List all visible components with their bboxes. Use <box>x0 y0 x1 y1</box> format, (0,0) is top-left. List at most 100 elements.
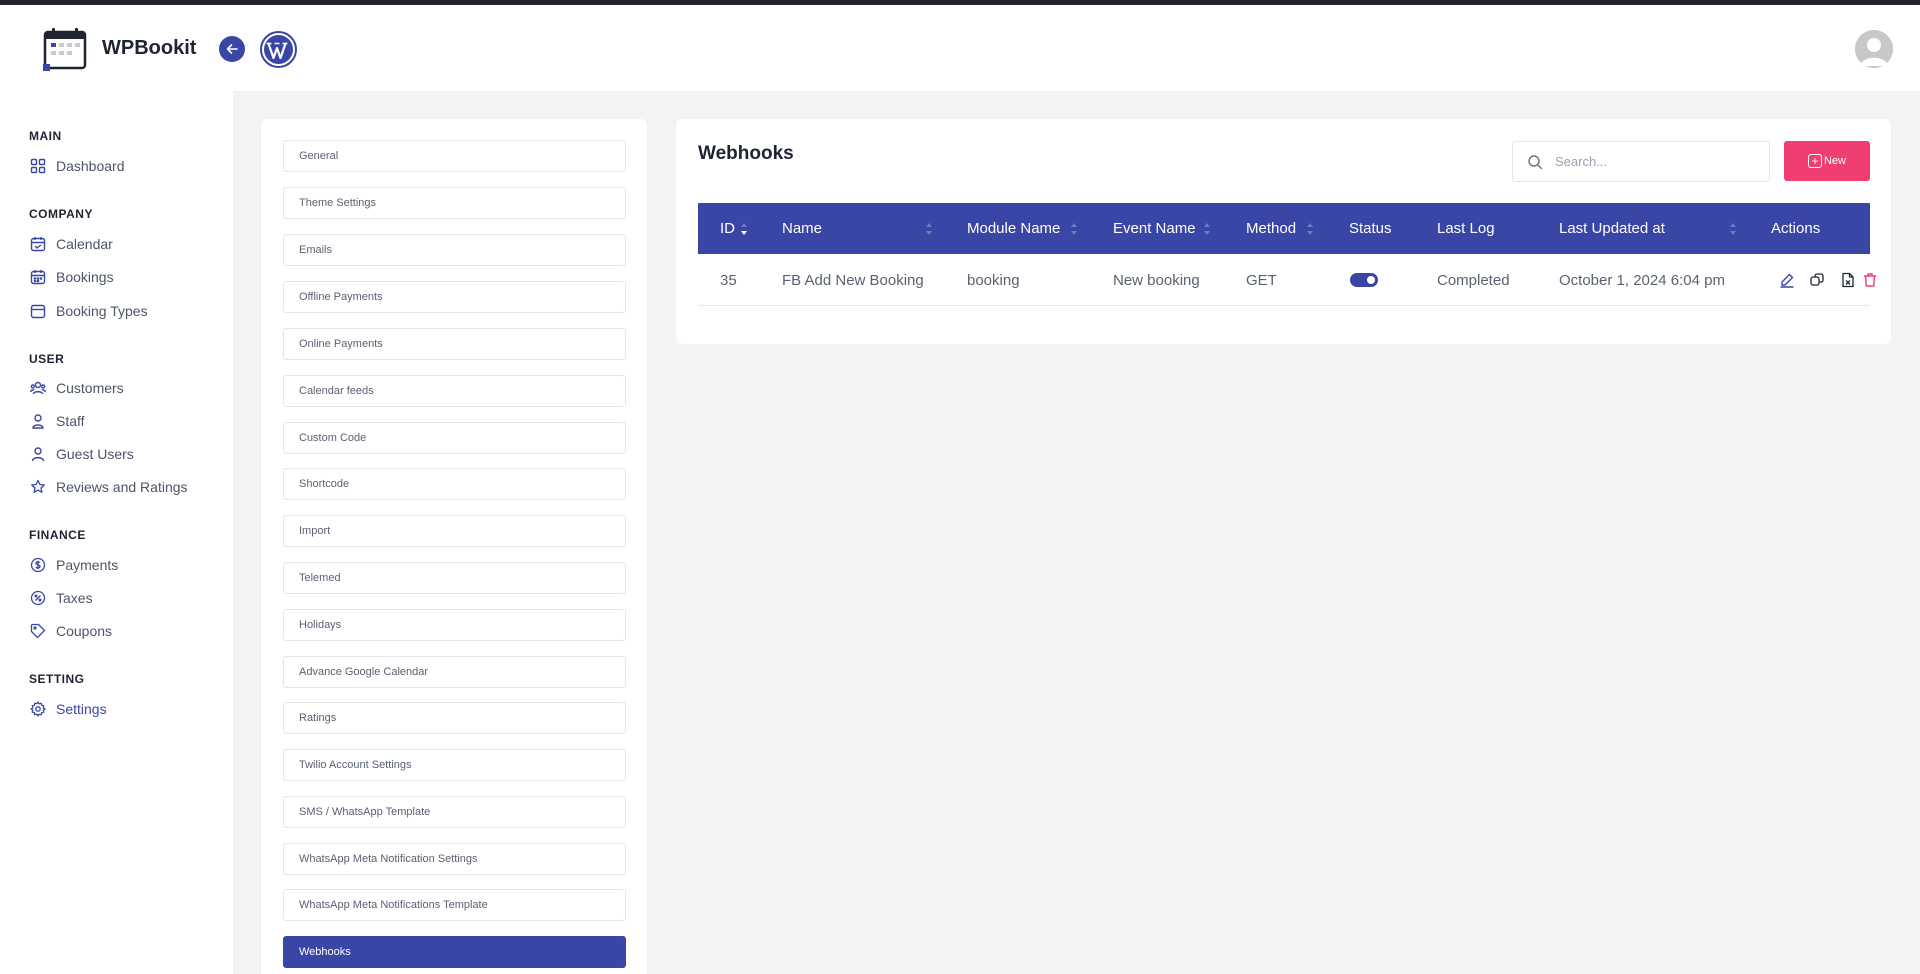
sidebar-item-settings[interactable]: Settings <box>29 697 107 721</box>
sidebar-item-payments[interactable]: Payments <box>29 553 118 577</box>
settings-menu-item-custom-code[interactable]: Custom Code <box>283 422 626 454</box>
table-row: 35 FB Add New Booking booking New bookin… <box>698 254 1876 306</box>
sidebar-item-label: Staff <box>56 413 85 429</box>
sort-icon[interactable] <box>1203 221 1211 237</box>
sidebar-item-label: Customers <box>56 380 124 396</box>
settings-menu-item-import[interactable]: Import <box>283 515 626 547</box>
section-title-user: USER <box>29 352 65 366</box>
settings-menu-item-whatsapp-meta-notification-settings[interactable]: WhatsApp Meta Notification Settings <box>283 843 626 875</box>
sidebar-item-guest-users[interactable]: Guest Users <box>29 442 134 466</box>
cell-name: FB Add New Booking <box>782 271 924 289</box>
sidebar-item-dashboard[interactable]: Dashboard <box>29 154 125 178</box>
status-toggle[interactable] <box>1350 273 1378 287</box>
settings-menu-item-general[interactable]: General <box>283 140 626 172</box>
settings-menu-item-shortcode[interactable]: Shortcode <box>283 468 626 500</box>
search-icon <box>1528 154 1543 169</box>
section-title-setting: SETTING <box>29 672 85 686</box>
table-header: ID Name Module Name Event Name Method St… <box>698 203 1870 254</box>
calendar-icon <box>29 236 46 253</box>
sidebar-item-label: Calendar <box>56 236 113 252</box>
column-header-last-updated: Last Updated at <box>1559 220 1665 237</box>
column-header-status: Status <box>1349 220 1392 237</box>
search-input[interactable] <box>1555 154 1755 169</box>
settings-menu-item-twilio-account-settings[interactable]: Twilio Account Settings <box>283 749 626 781</box>
customers-icon <box>29 380 46 397</box>
settings-menu-item-holidays[interactable]: Holidays <box>283 609 626 641</box>
guest-users-icon <box>29 446 46 463</box>
column-header-method: Method <box>1246 220 1297 237</box>
sidebar-item-coupons[interactable]: Coupons <box>29 619 112 643</box>
column-header-last-log: Last Log <box>1437 220 1495 237</box>
star-icon <box>29 479 46 496</box>
booking-types-icon <box>29 303 46 320</box>
search-box <box>1512 141 1770 182</box>
sidebar-item-label: Coupons <box>56 623 113 639</box>
sort-icon[interactable] <box>1070 221 1078 237</box>
new-webhook-button[interactable]: + New <box>1784 141 1870 181</box>
sidebar: MAIN Dashboard COMPANY Calendar Bookings <box>0 91 233 974</box>
sidebar-item-label: Bookings <box>56 269 114 285</box>
sidebar-item-label: Reviews and Ratings <box>56 479 188 495</box>
settings-menu-item-emails[interactable]: Emails <box>283 234 626 266</box>
section-title-finance: FINANCE <box>29 528 86 542</box>
cell-id: 35 <box>720 271 737 289</box>
settings-menu-item-advance-google-calendar[interactable]: Advance Google Calendar <box>283 656 626 688</box>
sidebar-item-calendar[interactable]: Calendar <box>29 232 113 256</box>
settings-menu-item-calendar-feeds[interactable]: Calendar feeds <box>283 375 626 407</box>
sidebar-item-customers[interactable]: Customers <box>29 376 124 400</box>
settings-menu-item-theme-settings[interactable]: Theme Settings <box>283 187 626 219</box>
delete-icon[interactable] <box>1862 272 1878 288</box>
collapse-sidebar-button[interactable] <box>219 36 245 62</box>
sort-desc-icon[interactable] <box>740 221 748 237</box>
plus-icon: + <box>1807 154 1822 168</box>
column-header-event-name: Event Name <box>1113 220 1196 237</box>
log-file-icon[interactable] <box>1840 272 1856 288</box>
header: WPBookit <box>0 5 1920 91</box>
webhooks-table: ID Name Module Name Event Name Method St… <box>698 203 1876 306</box>
page-title: Webhooks <box>698 143 794 164</box>
settings-menu-item-telemed[interactable]: Telemed <box>283 562 626 594</box>
cell-last-log: Completed <box>1437 271 1510 289</box>
cell-status <box>1350 254 1378 306</box>
column-header-module-name: Module Name <box>967 220 1061 237</box>
tag-icon <box>29 623 46 640</box>
sidebar-item-bookings[interactable]: Bookings <box>29 265 114 289</box>
dashboard-icon <box>29 158 46 175</box>
app-logo-icon <box>42 26 88 72</box>
sort-icon[interactable] <box>1729 221 1737 237</box>
cell-last-updated: October 1, 2024 6:04 pm <box>1559 271 1725 289</box>
settings-menu-item-online-payments[interactable]: Online Payments <box>283 328 626 360</box>
sidebar-item-booking-types[interactable]: Booking Types <box>29 299 148 323</box>
sort-icon[interactable] <box>1306 221 1314 237</box>
percent-icon <box>29 590 46 607</box>
sidebar-item-label: Booking Types <box>56 303 148 319</box>
settings-menu-item-ratings[interactable]: Ratings <box>283 702 626 734</box>
sort-icon[interactable] <box>925 221 933 237</box>
column-header-actions: Actions <box>1771 220 1821 237</box>
section-title-company: COMPANY <box>29 207 93 221</box>
app-name: WPBookit <box>102 37 197 59</box>
sidebar-item-label: Dashboard <box>56 158 125 174</box>
edit-icon[interactable] <box>1779 272 1795 288</box>
sidebar-item-label: Payments <box>56 557 119 573</box>
user-avatar-icon[interactable] <box>1855 30 1893 68</box>
sidebar-item-staff[interactable]: Staff <box>29 409 85 433</box>
gear-icon <box>29 701 46 718</box>
sidebar-item-reviews-ratings[interactable]: Reviews and Ratings <box>29 475 188 499</box>
cell-method: GET <box>1246 271 1277 289</box>
column-header-id: ID <box>720 220 735 237</box>
wordpress-icon[interactable] <box>260 31 297 68</box>
sidebar-item-taxes[interactable]: Taxes <box>29 586 93 610</box>
settings-menu-item-whatsapp-meta-notifications-template[interactable]: WhatsApp Meta Notifications Template <box>283 889 626 921</box>
cell-module-name: booking <box>967 271 1020 289</box>
settings-menu-item-sms-whatsapp-template[interactable]: SMS / WhatsApp Template <box>283 796 626 828</box>
settings-menu-item-offline-payments[interactable]: Offline Payments <box>283 281 626 313</box>
staff-icon <box>29 413 46 430</box>
duplicate-icon[interactable] <box>1809 272 1825 288</box>
bookings-icon <box>29 269 46 286</box>
settings-menu: General Theme Settings Emails Offline Pa… <box>261 119 647 974</box>
sidebar-item-label: Settings <box>56 701 107 717</box>
settings-menu-item-webhooks[interactable]: Webhooks <box>283 936 626 968</box>
new-button-label: New <box>1823 155 1846 167</box>
sidebar-item-label: Guest Users <box>56 446 134 462</box>
